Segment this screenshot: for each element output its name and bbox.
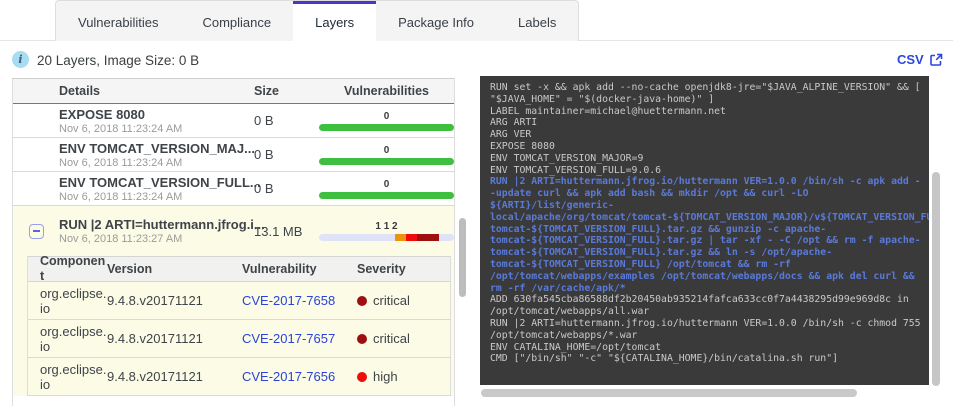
code-line: rm -rf /var/cache/apk/* [490, 282, 626, 294]
tab-labels[interactable]: Labels [496, 1, 578, 41]
severity-dot [357, 295, 367, 306]
csv-label: CSV [897, 52, 924, 67]
layer-date: Nov 6, 2018 11:23:24 AM [59, 190, 183, 203]
component-version: 9.4.8.v20171121 [107, 369, 203, 384]
code-line: tomcat-${TOMCAT_VERSION_FULL} /opt/tomca… [490, 258, 791, 270]
layer-date: Nov 6, 2018 11:23:24 AM [59, 122, 183, 135]
layer-command: ENV TOMCAT_VERSION_MAJ... [59, 140, 255, 156]
code-line: tomcat-${TOMCAT_VERSION_FULL}.tar.gz | t… [490, 235, 921, 247]
vulnerability-count: 0 [383, 144, 390, 156]
column-header-details: Details [59, 84, 100, 98]
code-line: LABEL maintainer=michael@huettermann.net [490, 105, 726, 117]
code-line: tomcat-${TOMCAT_VERSION_FULL}.tar.gz && … [490, 247, 833, 259]
layer-command: ENV TOMCAT_VERSION_FULL... [59, 174, 261, 190]
layer-size: 0 B [254, 113, 274, 128]
code-line: ENV TOMCAT_VERSION_MAJOR=9 [490, 152, 644, 164]
cve-link[interactable]: CVE-2017-7658 [242, 293, 335, 308]
export-icon [929, 53, 943, 66]
cve-row: org.eclipse.io 9.4.8.v20171121 CVE-2017-… [28, 358, 450, 396]
layer-size: 13.1 MB [254, 223, 303, 239]
tab-vulnerabilities[interactable]: Vulnerabilities [56, 1, 180, 41]
vulnerability-counts: 1 1 2 [375, 221, 398, 232]
layer-date: Nov 6, 2018 11:23:27 AM [59, 233, 183, 245]
column-header-component: Component [40, 254, 106, 283]
table-row-expanded[interactable]: RUN |2 ARTI=huttermann.jfrog.i... Nov 6,… [13, 206, 454, 256]
code-line: CMD ["/bin/sh" "-c" "${CATALINA_HOME}/bi… [490, 353, 838, 365]
component-version: 9.4.8.v20171121 [107, 331, 203, 346]
csv-export-link[interactable]: CSV [897, 52, 943, 67]
component-name: org.eclipse.io [40, 285, 107, 316]
table-row[interactable]: ENV TOMCAT_VERSION_MAJ... Nov 6, 2018 11… [13, 138, 454, 172]
vulnerability-bar-clean [319, 123, 454, 131]
code-line: /opt/tomcat/webapps/*.war [490, 329, 638, 341]
layer-date: Nov 6, 2018 11:23:24 AM [59, 156, 183, 169]
code-line: local/apache/org/tomcat/tomcat-${TOMCAT_… [490, 211, 929, 223]
severity-dot [357, 371, 367, 382]
code-line: /opt/tomcat/webapps/all.war [490, 306, 650, 318]
severity-label: critical [373, 293, 410, 308]
tabbar: Vulnerabilities Compliance Layers Packag… [55, 0, 580, 41]
component-name: org.eclipse.io [40, 323, 107, 354]
dockerfile-panel[interactable]: RUN set -x && apk add --no-cache openjdk… [480, 76, 929, 385]
code-line: RUN |2 ARTI=huttermann.jfrog.io/hutterma… [490, 176, 921, 188]
cve-link[interactable]: CVE-2017-7657 [242, 331, 335, 346]
layers-table: Details Size Vulnerabilities EXPOSE 8080… [12, 78, 455, 406]
code-line: ENV CATALINA_HOME=/opt/tomcat [490, 341, 662, 353]
column-header-size: Size [254, 84, 280, 98]
layers-summary-text: 20 Layers, Image Size: 0 B [37, 53, 200, 68]
code-line: "$JAVA_HOME" = "$(docker-java-home)" ] [490, 93, 715, 105]
vulnerability-count: 0 [383, 178, 390, 190]
info-icon: i [12, 51, 29, 68]
dockerfile-code: RUN set -x && apk add --no-cache openjdk… [490, 82, 929, 365]
cve-row: org.eclipse.io 9.4.8.v20171121 CVE-2017-… [28, 320, 450, 358]
code-line: ${ARTI}/list/generic- [490, 199, 614, 211]
dockerfile-vertical-scrollbar[interactable] [932, 172, 940, 386]
code-line: ENV TOMCAT_VERSION_FULL=9.0.6 [490, 164, 662, 176]
vulnerability-bar-severity [319, 234, 454, 241]
vuln-bar-segments [394, 234, 439, 241]
vulnerability-count: 0 [383, 110, 390, 122]
dockerfile-horizontal-scrollbar[interactable] [481, 389, 857, 397]
code-line: ARG ARTI [490, 117, 538, 129]
code-line: ADD 630fa545cba86588df2b20450ab935214faf… [490, 294, 909, 306]
collapse-button[interactable] [28, 223, 44, 239]
code-line: RUN set -x && apk add --no-cache openjdk… [490, 82, 921, 93]
column-header-vulnerability: Vulnerability [242, 262, 317, 276]
code-line: EXPOSE 8080 [490, 140, 555, 152]
tab-compliance[interactable]: Compliance [180, 1, 293, 41]
code-line: tomcat-${TOMCAT_VERSION_FULL}.tar.gz && … [490, 223, 827, 235]
layer-size: 0 B [254, 147, 274, 162]
layer-command: RUN |2 ARTI=huttermann.jfrog.i... [59, 217, 265, 232]
cve-table: Component Version Vulnerability Severity… [27, 254, 451, 396]
component-version: 9.4.8.v20171121 [107, 293, 203, 308]
severity-label: high [373, 369, 398, 384]
cve-row: org.eclipse.io 9.4.8.v20171121 CVE-2017-… [28, 282, 450, 320]
component-name: org.eclipse.io [40, 361, 107, 392]
cve-link[interactable]: CVE-2017-7656 [242, 369, 335, 384]
layer-size: 0 B [254, 181, 274, 196]
layers-table-header: Details Size Vulnerabilities [13, 79, 454, 104]
code-line: /opt/tomcat/webapps/examples /opt/tomcat… [490, 270, 915, 282]
column-header-severity: Severity [357, 262, 406, 276]
minus-icon [32, 230, 40, 232]
code-line: ARG VER [490, 129, 532, 141]
tab-layers[interactable]: Layers [293, 1, 377, 41]
code-line: RUN |2 ARTI=huttermann.jfrog.io/hutterma… [490, 317, 921, 329]
vulnerability-bar-clean [319, 157, 454, 165]
vulnerability-bar-clean [319, 191, 454, 199]
tab-package-info[interactable]: Package Info [376, 1, 496, 41]
column-header-version: Version [107, 262, 153, 276]
cve-table-header: Component Version Vulnerability Severity [28, 254, 450, 283]
layers-table-scrollbar[interactable] [459, 218, 466, 297]
column-header-vulnerabilities: Vulnerabilities [344, 84, 429, 98]
expanded-layer-block: RUN |2 ARTI=huttermann.jfrog.i... Nov 6,… [13, 206, 454, 396]
table-row[interactable]: ENV TOMCAT_VERSION_FULL... Nov 6, 2018 1… [13, 172, 454, 206]
severity-dot [357, 333, 367, 344]
layer-command: EXPOSE 8080 [59, 106, 145, 122]
table-row[interactable]: EXPOSE 8080 Nov 6, 2018 11:23:24 AM 0 B … [13, 104, 454, 138]
severity-label: critical [373, 331, 410, 346]
code-line: -update curl && apk add bash && mkdir /o… [490, 188, 809, 200]
layers-screen: Vulnerabilities Compliance Layers Packag… [0, 0, 953, 406]
